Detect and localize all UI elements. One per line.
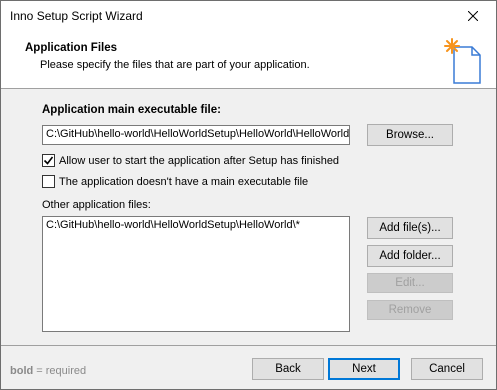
browse-button[interactable]: Browse... (367, 124, 453, 146)
footer-divider (1, 345, 496, 346)
allow-start-checkbox[interactable] (42, 154, 55, 167)
add-folder-button[interactable]: Add folder... (367, 245, 453, 267)
back-button[interactable]: Back (252, 358, 324, 380)
list-item[interactable]: C:\GitHub\hello-world\HelloWorldSetup\He… (46, 219, 346, 231)
no-main-exe-option[interactable]: The application doesn't have a main exec… (42, 175, 308, 188)
title-bar: Inno Setup Script Wizard (1, 1, 496, 31)
window-title: Inno Setup Script Wizard (10, 9, 143, 23)
new-file-icon (444, 38, 481, 84)
wizard-window: Inno Setup Script Wizard Application Fil… (0, 0, 497, 390)
checkmark-icon (43, 156, 54, 165)
main-exe-input[interactable]: C:\GitHub\hello-world\HelloWorldSetup\He… (42, 125, 350, 145)
other-files-list[interactable]: C:\GitHub\hello-world\HelloWorldSetup\He… (42, 216, 350, 332)
page-title: Application Files (25, 42, 118, 54)
close-button[interactable] (450, 1, 496, 31)
add-files-button[interactable]: Add file(s)... (367, 217, 453, 239)
required-hint-bold: bold (10, 365, 34, 377)
main-exe-label: Application main executable file: (42, 104, 221, 116)
edit-button[interactable]: Edit... (367, 273, 453, 293)
other-files-label: Other application files: (42, 199, 151, 211)
allow-start-option[interactable]: Allow user to start the application afte… (42, 154, 339, 167)
allow-start-label: Allow user to start the application afte… (59, 154, 340, 167)
page-header: Application Files Please specify the fil… (1, 31, 496, 89)
cancel-button[interactable]: Cancel (411, 358, 483, 380)
no-main-exe-checkbox[interactable] (42, 175, 55, 188)
no-main-exe-label: The application doesn't have a main exec… (59, 175, 309, 188)
required-hint: bold = required (10, 365, 86, 377)
required-hint-text: = required (33, 365, 87, 377)
next-button[interactable]: Next (328, 358, 400, 380)
remove-button[interactable]: Remove (367, 300, 453, 320)
page-subtitle: Please specify the files that are part o… (40, 59, 310, 71)
close-icon (468, 11, 478, 21)
